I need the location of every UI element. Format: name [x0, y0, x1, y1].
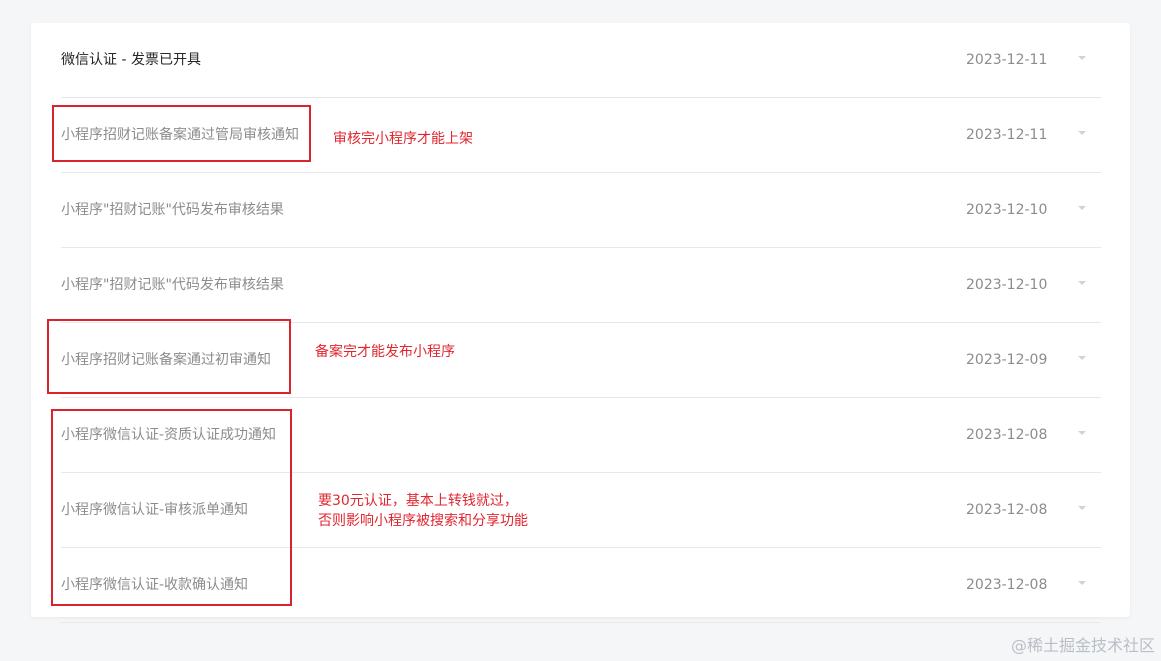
watermark: @稀土掘金技术社区 — [1010, 636, 1155, 655]
annotation-note-review: 审核完小程序才能上架 — [333, 131, 473, 147]
annotation-note-cert-line2: 否则影响小程序被搜索和分享功能 — [318, 513, 528, 529]
message-title: 微信认证 - 发票已开具 — [61, 52, 201, 68]
chevron-down-icon[interactable] — [1078, 281, 1086, 285]
message-date: 2023-12-09 — [966, 352, 1048, 368]
chevron-down-icon[interactable] — [1078, 56, 1086, 60]
annotation-box-review — [52, 105, 311, 162]
message-date: 2023-12-08 — [966, 427, 1048, 443]
message-row[interactable]: 小程序"招财记账"代码发布审核结果 2023-12-10 — [61, 248, 1101, 323]
message-date: 2023-12-11 — [966, 127, 1048, 143]
message-date: 2023-12-11 — [966, 52, 1048, 68]
message-title: 小程序"招财记账"代码发布审核结果 — [61, 277, 284, 293]
chevron-down-icon[interactable] — [1078, 506, 1086, 510]
message-date: 2023-12-10 — [966, 202, 1048, 218]
message-row[interactable]: 小程序"招财记账"代码发布审核结果 2023-12-10 — [61, 173, 1101, 248]
message-title: 小程序"招财记账"代码发布审核结果 — [61, 202, 284, 218]
chevron-down-icon[interactable] — [1078, 131, 1086, 135]
chevron-down-icon[interactable] — [1078, 356, 1086, 360]
chevron-down-icon[interactable] — [1078, 581, 1086, 585]
annotation-note-filing: 备案完才能发布小程序 — [315, 344, 455, 360]
message-row[interactable]: 微信认证 - 发票已开具 2023-12-11 — [61, 23, 1101, 98]
annotation-box-certification — [51, 409, 292, 606]
annotation-box-filing — [47, 319, 291, 394]
message-date: 2023-12-08 — [966, 502, 1048, 518]
message-date: 2023-12-08 — [966, 577, 1048, 593]
annotation-note-cert-line1: 要30元认证，基本上转钱就过， — [318, 493, 518, 509]
chevron-down-icon[interactable] — [1078, 431, 1086, 435]
message-date: 2023-12-10 — [966, 277, 1048, 293]
chevron-down-icon[interactable] — [1078, 206, 1086, 210]
